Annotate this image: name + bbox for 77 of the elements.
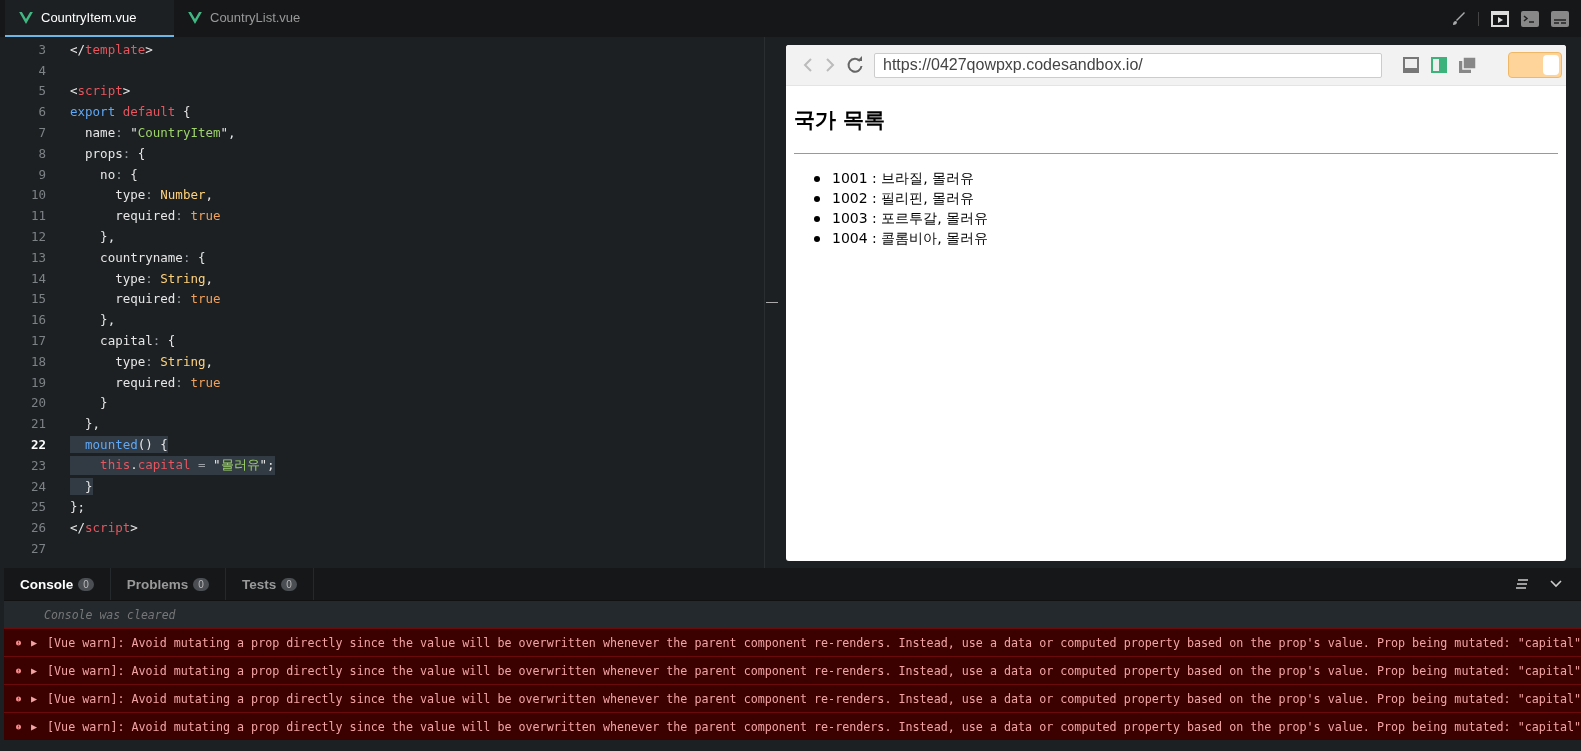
code-line: </template> [70, 40, 153, 58]
line-number: 7 [37, 125, 47, 141]
line-number: 5 [37, 83, 47, 99]
line-number: 10 [29, 187, 47, 203]
line-number: 17 [29, 333, 47, 349]
code-line: type: String, [114, 352, 213, 370]
code-line: required: true [114, 207, 221, 225]
line-number: 21 [29, 416, 47, 432]
line-number: 12 [29, 229, 47, 245]
code-line: }, [99, 228, 116, 246]
code-line: }, [99, 311, 116, 329]
line-number: 24 [29, 478, 47, 494]
vue-logo-icon [188, 11, 202, 24]
line-number: 19 [29, 374, 47, 390]
code-line: required: true [114, 373, 221, 391]
line-number: 4 [37, 62, 47, 78]
panel-tab[interactable]: Problems 0 [110, 568, 226, 600]
code-line: required: true [114, 290, 221, 308]
file-tab[interactable]: CountryItem.vue [5, 0, 174, 37]
line-number: 16 [29, 312, 47, 328]
list-item: 1002 : 필리핀, 몰러유 [832, 190, 975, 208]
panel-tab[interactable]: Tests 0 [225, 568, 314, 600]
line-number: 3 [37, 41, 47, 57]
toggle-switch[interactable] [1508, 52, 1562, 78]
code-line: props: { [84, 144, 146, 162]
line-number: 14 [29, 270, 47, 286]
code-line: export default { [70, 103, 191, 121]
code-line: capital: { [99, 332, 176, 350]
brush-icon[interactable] [1452, 11, 1466, 26]
error-message: [Vue warn]: Avoid mutating a prop directly since the value will be overwritten whenever the parent component re-renders. Instead, use a data or computed property based on the prop's value. Prop being mutated: "capital" [47, 691, 1581, 706]
line-number: 8 [37, 145, 47, 161]
line-number: 9 [37, 166, 47, 182]
code-line: name: "CountryItem", [84, 124, 236, 142]
code-line: no: { [99, 165, 138, 183]
code-line: </script> [70, 519, 138, 537]
error-message: [Vue warn]: Avoid mutating a prop directly since the value will be overwritten whenever the parent component re-renders. Instead, use a data or computed property based on the prop's value. Prop being mutated: "capital" [47, 635, 1581, 650]
code-line: countryname: { [99, 248, 206, 266]
console-layout-icon[interactable] [1551, 10, 1569, 27]
vue-logo-icon [19, 11, 33, 24]
error-message: [Vue warn]: Avoid mutating a prop directly since the value will be overwritten whenever the parent component re-renders. Instead, use a data or computed property based on the prop's value. Prop being mutated: "capital" [47, 663, 1581, 678]
line-number: 23 [29, 457, 47, 473]
new-window-icon[interactable] [1458, 56, 1478, 74]
expand-arrow[interactable]: ▶ [31, 693, 38, 704]
code-line: } [99, 394, 108, 412]
line-number: 13 [29, 249, 47, 265]
code-line: }; [70, 498, 86, 516]
list-item: 1003 : 포르투갈, 몰러유 [832, 210, 989, 228]
list-item: 1004 : 콜롬비아, 몰러유 [832, 230, 989, 248]
line-number: 22 [29, 437, 47, 453]
line-number: 6 [37, 104, 47, 120]
line-number: 27 [29, 541, 47, 556]
expand-arrow[interactable]: ▶ [31, 665, 38, 676]
expand-arrow[interactable]: ▶ [31, 721, 38, 732]
code-line: type: Number, [114, 186, 213, 204]
list-item: 1001 : 브라질, 몰러유 [832, 170, 975, 188]
clear-console-icon[interactable] [1515, 578, 1529, 590]
line-number: 15 [29, 291, 47, 307]
dock-bottom-icon[interactable] [1402, 56, 1420, 74]
chevron-down-icon[interactable] [1549, 578, 1563, 590]
preview-icon[interactable] [1491, 10, 1509, 27]
reload-icon[interactable] [846, 56, 864, 74]
line-number: 18 [29, 353, 47, 369]
error-message: [Vue warn]: Avoid mutating a prop directly since the value will be overwritten whenever the parent component re-renders. Instead, use a data or computed property based on the prop's value. Prop being mutated: "capital" [47, 719, 1581, 734]
line-number: 20 [29, 395, 47, 411]
code-line: <script> [70, 82, 131, 100]
file-tab[interactable]: CountryList.vue [174, 0, 343, 37]
code-line: type: String, [114, 269, 213, 287]
panel-tab[interactable]: Console 0 [4, 568, 111, 600]
expand-arrow[interactable]: ▶ [31, 637, 38, 648]
code-line: }, [84, 415, 101, 433]
url-field[interactable]: https://0427qowpxp.codesandbox.io/ [874, 52, 1382, 78]
console-cleared-text: Console was cleared [44, 607, 176, 622]
line-number: 25 [29, 499, 47, 515]
line-number: 11 [29, 208, 47, 224]
page-heading: 국가 목록 [794, 107, 887, 134]
terminal-icon[interactable] [1521, 10, 1539, 27]
line-number: 26 [29, 520, 47, 536]
